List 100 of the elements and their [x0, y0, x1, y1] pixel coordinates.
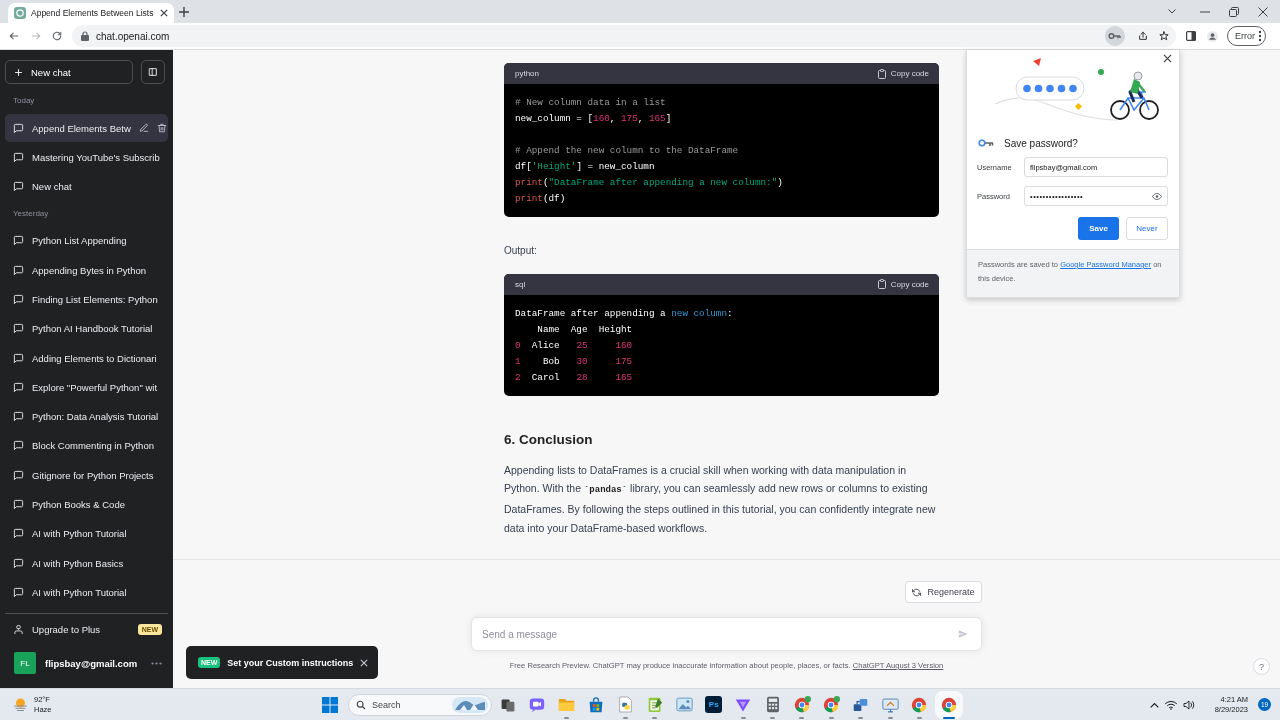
reload-icon[interactable] — [52, 31, 62, 41]
chat-bubble-icon — [13, 381, 24, 393]
chevron-down-icon[interactable] — [1168, 9, 1176, 14]
search-icon — [356, 699, 366, 710]
search-highlight-icon — [452, 696, 488, 713]
share-icon[interactable] — [1138, 31, 1148, 41]
code-line: 0 Alice 25 160 — [515, 339, 634, 353]
star-icon[interactable] — [1159, 31, 1169, 41]
help-button[interactable]: ? — [1253, 658, 1270, 675]
monitor-icon[interactable] — [881, 696, 899, 713]
regenerate-button[interactable]: Regenerate — [905, 581, 982, 603]
never-button[interactable]: Never — [1126, 217, 1168, 240]
code-line: df['Height'] = new_column — [515, 160, 656, 174]
speaker-icon[interactable] — [1182, 699, 1195, 710]
tooltip-text[interactable]: Set your Custom instructions — [227, 657, 354, 668]
chat-history-item[interactable]: Python AI Handbook Tutorial — [5, 314, 168, 343]
round-logo-icon[interactable] — [792, 695, 811, 714]
key-icon[interactable] — [1105, 26, 1125, 46]
plus-icon — [14, 67, 23, 77]
chat-bubble-icon — [13, 586, 24, 598]
code-line: new_column = [160, 175, 165] — [515, 112, 673, 126]
profile-icon[interactable] — [1207, 30, 1218, 42]
file-icon[interactable] — [618, 696, 634, 713]
browser-tab[interactable]: Append Elements Between Lists — [8, 3, 174, 23]
clipboard-icon — [877, 68, 886, 79]
message-input[interactable]: Send a message — [471, 617, 982, 651]
section-label: Yesterday — [12, 207, 50, 220]
shopping-bag-icon[interactable] — [588, 696, 605, 713]
more-vertical-icon — [1256, 30, 1264, 42]
round-logo-icon[interactable] — [910, 695, 929, 714]
start-menu-icon[interactable] — [322, 696, 338, 713]
favicon-icon — [14, 7, 26, 19]
chat-bubble-icon — [13, 499, 24, 511]
key-icon — [978, 139, 994, 147]
video-chat-icon[interactable] — [529, 696, 546, 713]
close-icon[interactable] — [160, 9, 168, 17]
code-line: print(df) — [515, 192, 567, 206]
restore-icon[interactable] — [1229, 6, 1239, 17]
account-email[interactable]: flipsbay@gmail.com — [45, 657, 142, 669]
round-logo-icon[interactable] — [822, 695, 841, 714]
chat-history-item[interactable]: AI with Python Tutorial — [5, 519, 168, 548]
new-tab-icon[interactable] — [179, 6, 189, 17]
taskbar-search-field[interactable]: Search — [348, 693, 492, 716]
back-icon[interactable] — [9, 31, 19, 41]
chat-history-item[interactable]: Append Elements Betw — [5, 114, 168, 142]
side-panel-icon[interactable] — [1186, 31, 1196, 41]
chat-bubble-icon — [13, 264, 24, 276]
chat-history-item[interactable]: Python List Appending — [5, 226, 168, 255]
chat-history-item[interactable]: Python: Data Analysis Tutorial — [5, 402, 168, 431]
notepad-icon[interactable] — [646, 696, 663, 713]
chat-history-item[interactable]: AI with Python Tutorial — [5, 578, 168, 607]
chat-history-item[interactable]: Explore "Powerful Python" wit — [5, 373, 168, 402]
profile-error-button[interactable]: Error — [1227, 26, 1266, 46]
app-tile[interactable]: Ps — [705, 696, 723, 713]
chevron-up-icon[interactable] — [1149, 701, 1159, 708]
chat-bubble-icon — [13, 440, 24, 452]
chat-history-item[interactable]: Adding Elements to Dictionari — [5, 344, 168, 373]
paragraph: Appending lists to DataFrames is a crucial skill when working with data manipulation in Python. With the `pandas` library, you can seamlessly add new rows or columns to existing DataFrames. By following the steps outlined in this tutorial, you can confidently integrate new data into your DataFrame-based workflows. — [504, 462, 937, 536]
save-button[interactable]: Save — [1078, 217, 1119, 240]
clipboard-icon — [877, 279, 886, 290]
more-icon[interactable] — [151, 661, 162, 665]
address-bar[interactable]: chat.openai.com — [72, 25, 1176, 47]
funnel-icon[interactable] — [735, 696, 752, 713]
window-stack-icon[interactable] — [500, 696, 516, 713]
chat-bubble-icon — [13, 235, 24, 247]
code-line: 1 Bob 30 175 — [515, 355, 634, 369]
chat-history-item[interactable]: Finding List Elements: Python — [5, 285, 168, 314]
chat-bubble-icon — [13, 122, 24, 134]
eye-icon[interactable] — [1152, 192, 1162, 200]
code-language: python — [515, 69, 540, 78]
chat-history-item[interactable]: Mastering YouTube's Subscrib — [5, 143, 168, 172]
close-icon[interactable] — [1258, 6, 1268, 17]
chat-bubble-icon — [13, 181, 24, 193]
copy-code-button[interactable]: Copy code — [877, 279, 929, 290]
chat-bubble-icon — [13, 151, 24, 163]
section-label: Today — [12, 95, 36, 107]
copy-code-button[interactable]: Copy code — [877, 68, 929, 79]
code-line: Name Age Height — [536, 323, 634, 337]
chat-history-item[interactable]: Gitignore for Python Projects — [5, 461, 168, 490]
sidebar-toggle-icon[interactable] — [141, 60, 165, 84]
code-line: # Append the new column to the DataFrame — [515, 144, 740, 158]
trash-icon[interactable] — [156, 123, 167, 133]
picture-icon[interactable] — [675, 697, 693, 712]
chat-history-item[interactable]: New chat — [5, 172, 168, 201]
wifi-icon[interactable] — [1164, 699, 1177, 710]
sun-haze-icon — [13, 697, 28, 712]
chat-history-item[interactable]: Block Commenting in Python — [5, 431, 168, 460]
chat-history-item[interactable]: Python Books & Code — [5, 490, 168, 519]
new-chat-button[interactable]: New chat — [5, 60, 133, 84]
chat-bubble-icon — [13, 469, 24, 481]
output-label: Output: — [504, 243, 538, 258]
pencil-icon[interactable] — [138, 123, 149, 133]
chat-bubble-icon — [13, 528, 24, 540]
chat-bubble-icon — [13, 352, 24, 364]
close-icon[interactable] — [1163, 54, 1172, 63]
chat-history-item[interactable]: Appending Bytes in Python — [5, 256, 168, 285]
calculator-icon[interactable] — [765, 696, 780, 713]
chat-history-item[interactable]: AI with Python Basics — [5, 549, 168, 578]
chat-bubble-icon — [13, 323, 24, 335]
network-icon[interactable] — [852, 696, 870, 713]
